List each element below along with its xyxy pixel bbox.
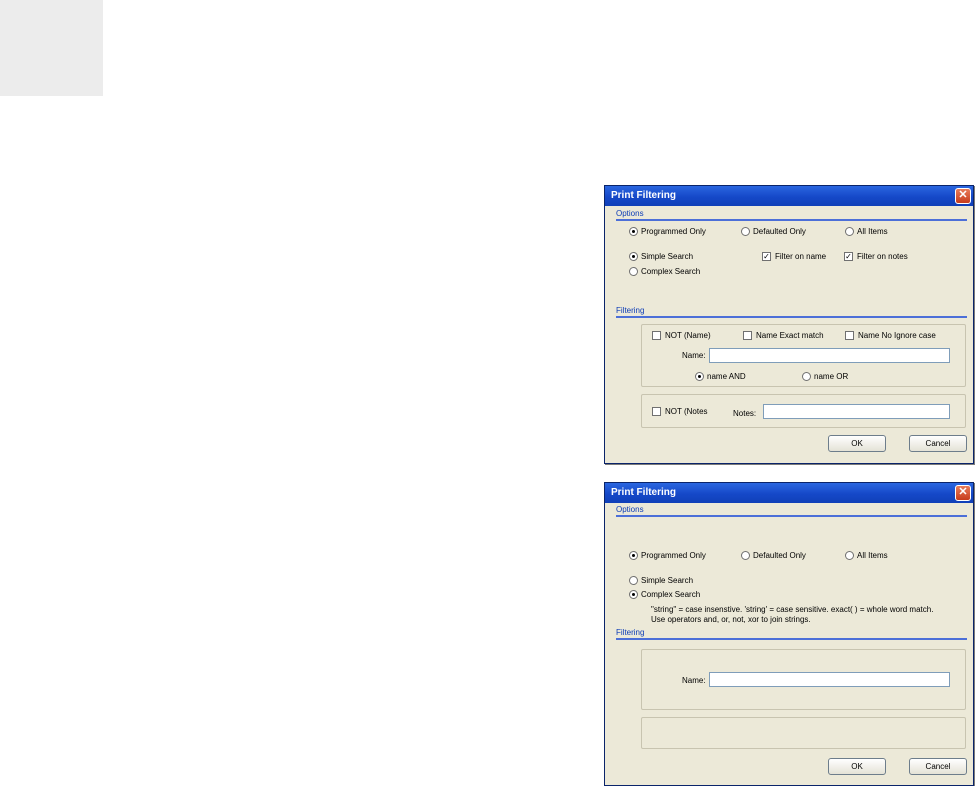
name-exact-match-checkbox[interactable] xyxy=(743,331,752,340)
ok-button[interactable]: OK xyxy=(828,435,886,452)
defaulted-only-radio[interactable] xyxy=(741,227,750,236)
check-mark-icon: ✓ xyxy=(845,252,852,261)
all-items-radio[interactable] xyxy=(845,227,854,236)
simple-search-radio[interactable] xyxy=(629,576,638,585)
dialog-title: Print Filtering xyxy=(611,190,676,201)
simple-search-radio[interactable] xyxy=(629,252,638,261)
name-or-label: name OR xyxy=(814,372,849,381)
title-bar[interactable]: Print Filtering ✕ xyxy=(605,186,973,206)
complex-search-label: Complex Search xyxy=(641,590,701,599)
defaulted-only-label: Defaulted Only xyxy=(753,551,806,560)
search-help-line-1: "string" = case insenstive. 'string' = c… xyxy=(651,605,934,614)
all-items-label: All Items xyxy=(857,227,888,236)
close-icon: ✕ xyxy=(958,486,968,498)
options-divider xyxy=(616,219,967,221)
name-no-ignore-case-label: Name No Ignore case xyxy=(858,331,936,340)
complex-search-label: Complex Search xyxy=(641,267,701,276)
not-notes-label: NOT (Notes xyxy=(665,407,708,416)
name-exact-match-label: Name Exact match xyxy=(756,331,824,340)
name-no-ignore-case-checkbox[interactable] xyxy=(845,331,854,340)
cancel-button[interactable]: Cancel xyxy=(909,758,967,775)
all-items-radio[interactable] xyxy=(845,551,854,560)
check-mark-icon: ✓ xyxy=(763,252,770,261)
title-bar[interactable]: Print Filtering ✕ xyxy=(605,483,973,503)
notes-filter-group xyxy=(641,717,966,749)
complex-search-radio[interactable] xyxy=(629,590,638,599)
print-filtering-dialog-complex: Print Filtering ✕ Options Programmed Onl… xyxy=(604,482,974,786)
programmed-only-radio[interactable] xyxy=(629,227,638,236)
ok-button[interactable]: OK xyxy=(828,758,886,775)
filter-on-notes-label: Filter on notes xyxy=(857,252,908,261)
dialog-title: Print Filtering xyxy=(611,487,676,498)
filtering-section-label: Filtering xyxy=(616,628,645,637)
name-filter-group: NOT (Name) Name Exact match Name No Igno… xyxy=(641,324,966,387)
not-notes-checkbox[interactable] xyxy=(652,407,661,416)
simple-search-label: Simple Search xyxy=(641,252,694,261)
name-label: Name: xyxy=(682,676,706,685)
name-and-label: name AND xyxy=(707,372,746,381)
complex-search-radio[interactable] xyxy=(629,267,638,276)
not-name-label: NOT (Name) xyxy=(665,331,711,340)
filtering-divider xyxy=(616,316,967,318)
filter-on-name-label: Filter on name xyxy=(775,252,827,261)
filter-on-notes-checkbox[interactable]: ✓ xyxy=(844,252,853,261)
close-icon: ✕ xyxy=(958,189,968,201)
programmed-only-radio[interactable] xyxy=(629,551,638,560)
filtering-section-label: Filtering xyxy=(616,306,645,315)
name-filter-group: Name: xyxy=(641,649,966,710)
notes-input[interactable] xyxy=(763,404,950,419)
name-input[interactable] xyxy=(709,348,950,363)
search-help-line-2: Use operators and, or, not, xor to join … xyxy=(651,615,811,624)
print-filtering-dialog-simple: Print Filtering ✕ Options Programmed Onl… xyxy=(604,185,974,464)
not-name-checkbox[interactable] xyxy=(652,331,661,340)
name-and-radio[interactable] xyxy=(695,372,704,381)
name-label: Name: xyxy=(682,351,706,360)
cancel-button[interactable]: Cancel xyxy=(909,435,967,452)
name-or-radio[interactable] xyxy=(802,372,811,381)
options-divider xyxy=(616,515,967,517)
programmed-only-label: Programmed Only xyxy=(641,551,706,560)
programmed-only-label: Programmed Only xyxy=(641,227,706,236)
name-input[interactable] xyxy=(709,672,950,687)
options-section-label: Options xyxy=(616,505,644,514)
all-items-label: All Items xyxy=(857,551,888,560)
corner-block xyxy=(0,0,103,96)
simple-search-label: Simple Search xyxy=(641,576,694,585)
notes-label: Notes: xyxy=(733,409,757,418)
defaulted-only-radio[interactable] xyxy=(741,551,750,560)
filter-on-name-checkbox[interactable]: ✓ xyxy=(762,252,771,261)
notes-filter-group: NOT (Notes Notes: xyxy=(641,394,966,428)
options-section-label: Options xyxy=(616,209,644,218)
close-button[interactable]: ✕ xyxy=(955,188,971,204)
defaulted-only-label: Defaulted Only xyxy=(753,227,806,236)
close-button[interactable]: ✕ xyxy=(955,485,971,501)
filtering-divider xyxy=(616,638,967,640)
